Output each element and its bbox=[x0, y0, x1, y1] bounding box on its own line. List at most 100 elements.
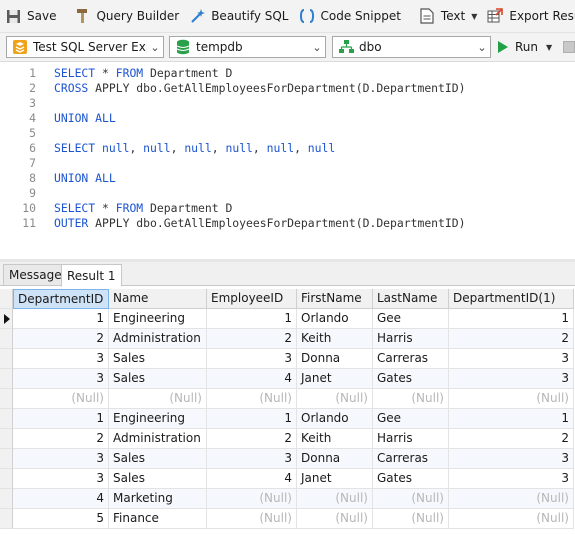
table-cell[interactable]: 3 bbox=[449, 449, 574, 469]
table-row[interactable]: 2 Administration 2 Keith Harris 2 bbox=[0, 429, 575, 449]
table-row[interactable]: 2 Administration 2 Keith Harris 2 bbox=[0, 329, 575, 349]
table-cell[interactable]: Gates bbox=[373, 369, 449, 389]
table-row[interactable]: 3 Sales 4 Janet Gates 3 bbox=[0, 369, 575, 389]
table-cell[interactable]: 2 bbox=[449, 329, 574, 349]
row-selector[interactable] bbox=[0, 509, 13, 529]
table-cell[interactable]: 2 bbox=[13, 429, 109, 449]
row-selector[interactable] bbox=[0, 429, 13, 449]
table-cell[interactable]: (Null) bbox=[449, 489, 574, 509]
table-cell[interactable]: 3 bbox=[449, 369, 574, 389]
chevron-down-icon[interactable]: ⌄ bbox=[474, 41, 490, 54]
column-header[interactable]: DepartmentID(1) bbox=[449, 289, 574, 309]
row-selector[interactable] bbox=[0, 349, 13, 369]
code-line[interactable]: SELECT * FROM Department D bbox=[54, 201, 232, 215]
table-row[interactable]: 1 Engineering 1 Orlando Gee 1 bbox=[0, 309, 575, 329]
row-selector[interactable] bbox=[0, 469, 13, 489]
column-header[interactable]: FirstName bbox=[297, 289, 373, 309]
table-cell[interactable]: (Null) bbox=[297, 489, 373, 509]
column-header[interactable]: EmployeeID bbox=[207, 289, 297, 309]
code-line[interactable]: UNION ALL bbox=[54, 111, 116, 125]
row-selector[interactable] bbox=[0, 389, 13, 409]
table-cell[interactable]: Gee bbox=[373, 309, 449, 329]
table-cell[interactable]: 3 bbox=[13, 369, 109, 389]
table-row[interactable]: 3 Sales 3 Donna Carreras 3 bbox=[0, 349, 575, 369]
table-cell[interactable]: Keith bbox=[297, 429, 373, 449]
tab-result-1[interactable]: Result 1 bbox=[61, 264, 122, 287]
table-cell[interactable]: (Null) bbox=[373, 489, 449, 509]
table-cell[interactable]: Engineering bbox=[109, 409, 207, 429]
tab-message[interactable]: Message bbox=[3, 264, 68, 286]
table-cell[interactable]: 1 bbox=[449, 309, 574, 329]
table-cell[interactable]: (Null) bbox=[109, 389, 207, 409]
database-select[interactable]: tempdb ⌄ bbox=[169, 36, 326, 58]
code-line[interactable]: CROSS APPLY dbo.GetAllEmployeesForDepart… bbox=[54, 81, 465, 95]
query-builder-button[interactable]: Query Builder bbox=[69, 3, 184, 29]
table-row[interactable]: 1 Engineering 1 Orlando Gee 1 bbox=[0, 409, 575, 429]
table-cell[interactable]: 1 bbox=[13, 309, 109, 329]
table-cell[interactable]: Carreras bbox=[373, 349, 449, 369]
table-cell[interactable]: Marketing bbox=[109, 489, 207, 509]
table-cell[interactable]: Sales bbox=[109, 469, 207, 489]
table-cell[interactable]: (Null) bbox=[297, 509, 373, 529]
sql-editor[interactable]: 1 SELECT * FROM Department D 2 CROSS APPLY … bbox=[0, 63, 575, 259]
table-cell[interactable]: 1 bbox=[449, 409, 574, 429]
table-cell[interactable]: 3 bbox=[13, 449, 109, 469]
run-button[interactable]: Run ▼ bbox=[498, 36, 552, 58]
table-cell[interactable]: Administration bbox=[109, 329, 207, 349]
table-cell[interactable]: Finance bbox=[109, 509, 207, 529]
table-cell[interactable]: (Null) bbox=[207, 389, 297, 409]
table-cell[interactable]: 4 bbox=[207, 369, 297, 389]
table-cell[interactable]: 1 bbox=[207, 309, 297, 329]
table-cell[interactable]: Orlando bbox=[297, 309, 373, 329]
grid-corner[interactable] bbox=[0, 289, 13, 309]
table-cell[interactable]: 3 bbox=[13, 469, 109, 489]
caret-down-icon[interactable]: ▼ bbox=[471, 12, 477, 21]
table-cell[interactable]: Sales bbox=[109, 449, 207, 469]
table-cell[interactable]: Janet bbox=[297, 369, 373, 389]
table-cell[interactable]: 3 bbox=[207, 449, 297, 469]
row-selector[interactable] bbox=[0, 489, 13, 509]
chevron-down-icon[interactable]: ⌄ bbox=[309, 41, 325, 54]
table-cell[interactable]: Gates bbox=[373, 469, 449, 489]
code-snippet-button[interactable]: Code Snippet bbox=[294, 3, 406, 29]
table-cell[interactable]: 2 bbox=[13, 329, 109, 349]
code-line[interactable]: SELECT null, null, null, null, null, nul… bbox=[54, 141, 335, 155]
row-selector[interactable] bbox=[0, 449, 13, 469]
row-selector[interactable] bbox=[0, 409, 13, 429]
table-cell[interactable]: 3 bbox=[13, 349, 109, 369]
table-cell[interactable]: Sales bbox=[109, 369, 207, 389]
table-cell[interactable]: (Null) bbox=[297, 389, 373, 409]
column-header[interactable]: Name bbox=[109, 289, 207, 309]
row-selector[interactable] bbox=[0, 369, 13, 389]
table-row[interactable]: 4 Marketing (Null) (Null) (Null) (Null) bbox=[0, 489, 575, 509]
table-cell[interactable]: 4 bbox=[13, 489, 109, 509]
table-cell[interactable]: 1 bbox=[207, 409, 297, 429]
table-cell[interactable]: Keith bbox=[297, 329, 373, 349]
caret-down-icon[interactable]: ▼ bbox=[546, 43, 552, 52]
table-cell[interactable]: 2 bbox=[207, 329, 297, 349]
table-cell[interactable]: (Null) bbox=[207, 509, 297, 529]
table-cell[interactable]: Janet bbox=[297, 469, 373, 489]
table-cell[interactable]: Administration bbox=[109, 429, 207, 449]
table-row[interactable]: 3 Sales 3 Donna Carreras 3 bbox=[0, 449, 575, 469]
table-cell[interactable]: Engineering bbox=[109, 309, 207, 329]
row-selector[interactable] bbox=[0, 309, 13, 329]
chevron-down-icon[interactable]: ⌄ bbox=[147, 41, 163, 54]
table-cell[interactable]: Harris bbox=[373, 329, 449, 349]
table-row[interactable]: 5 Finance (Null) (Null) (Null) (Null) bbox=[0, 509, 575, 529]
table-cell[interactable]: 3 bbox=[207, 349, 297, 369]
column-header[interactable]: DepartmentID bbox=[13, 289, 109, 309]
table-cell[interactable]: Orlando bbox=[297, 409, 373, 429]
table-cell[interactable]: 2 bbox=[449, 429, 574, 449]
column-header[interactable]: LastName bbox=[373, 289, 449, 309]
connection-select[interactable]: Test SQL Server Expres ⌄ bbox=[6, 36, 164, 58]
table-cell[interactable]: Harris bbox=[373, 429, 449, 449]
beautify-sql-button[interactable]: Beautify SQL bbox=[184, 3, 293, 29]
stop-icon[interactable] bbox=[563, 41, 575, 53]
table-cell[interactable]: Carreras bbox=[373, 449, 449, 469]
table-cell[interactable]: 2 bbox=[207, 429, 297, 449]
table-row[interactable]: (Null) (Null) (Null) (Null) (Null) (Null) bbox=[0, 389, 575, 409]
table-cell[interactable]: Gee bbox=[373, 409, 449, 429]
table-cell[interactable]: 4 bbox=[207, 469, 297, 489]
table-cell[interactable]: (Null) bbox=[449, 389, 574, 409]
